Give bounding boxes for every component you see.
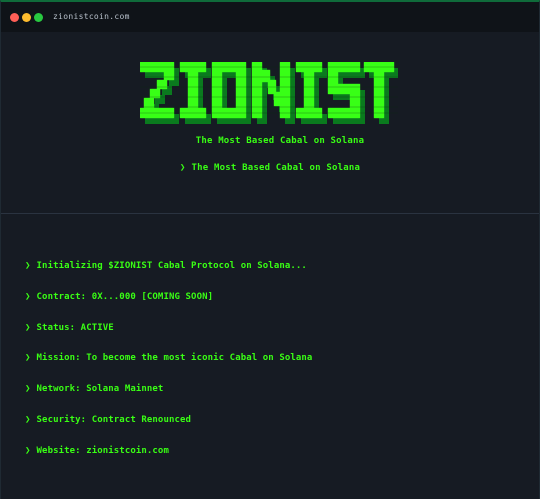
terminal-line-text: Website: zionistcoin.com xyxy=(36,446,169,456)
terminal-line-text: Status: ACTIVE xyxy=(36,323,114,333)
prompt-chevron-icon: ❯ xyxy=(25,353,31,363)
address-bar-url[interactable]: zionistcoin.com xyxy=(53,12,130,21)
prompt-chevron-icon: ❯ xyxy=(179,163,186,173)
hero-section: The Most Based Cabal on Solana ❯ The Most… xyxy=(1,32,539,213)
terminal-line-text: Contract: 0X...000 [COMING SOON] xyxy=(36,292,214,302)
terminal-line: ❯ Mission: To become the most iconic Caba… xyxy=(25,353,312,363)
close-window-button[interactable] xyxy=(10,13,19,22)
terminal-line-text: Network: Solana Mainnet xyxy=(36,384,164,394)
terminal-line: ❯ Status: ACTIVE xyxy=(25,323,114,333)
terminal-line: ❯ Initializing $ZIONIST Cabal Protocol on… xyxy=(25,261,307,271)
window-titlebar: zionistcoin.com xyxy=(1,2,539,32)
prompt-chevron-icon: ❯ xyxy=(25,261,31,271)
terminal-line-text: Security: Contract Renounced xyxy=(36,415,192,425)
prompt-chevron-icon: ❯ xyxy=(25,384,31,394)
prompt-chevron-icon: ❯ xyxy=(25,292,31,302)
minimize-window-button[interactable] xyxy=(22,13,31,22)
terminal-line: ❯ Security: Contract Renounced xyxy=(25,415,191,425)
prompt-tagline-text: The Most Based Cabal on Solana xyxy=(191,163,361,173)
terminal-line-text: Initializing $ZIONIST Cabal Protocol on … xyxy=(36,261,307,271)
terminal-line-text: Mission: To become the most iconic Cabal… xyxy=(36,353,313,363)
maximize-window-button[interactable] xyxy=(34,13,43,22)
prompt-chevron-icon: ❯ xyxy=(25,415,31,425)
terminal-line: ❯ Network: Solana Mainnet xyxy=(25,384,163,394)
hero-tagline: The Most Based Cabal on Solana xyxy=(195,136,365,146)
hero-prompt-tagline: ❯ The Most Based Cabal on Solana xyxy=(1,163,539,173)
terminal-output: ❯ Initializing $ZIONIST Cabal Protocol on… xyxy=(1,214,539,499)
prompt-chevron-icon: ❯ xyxy=(25,446,31,456)
terminal-line: ❯ Contract: 0X...000 [COMING SOON] xyxy=(25,292,213,302)
terminal-line: ❯ Website: zionistcoin.com xyxy=(25,446,169,456)
prompt-chevron-icon: ❯ xyxy=(25,323,31,333)
zionist-logo xyxy=(140,62,398,124)
browser-window: zionistcoin.com The Most Based Cabal on … xyxy=(0,0,540,499)
